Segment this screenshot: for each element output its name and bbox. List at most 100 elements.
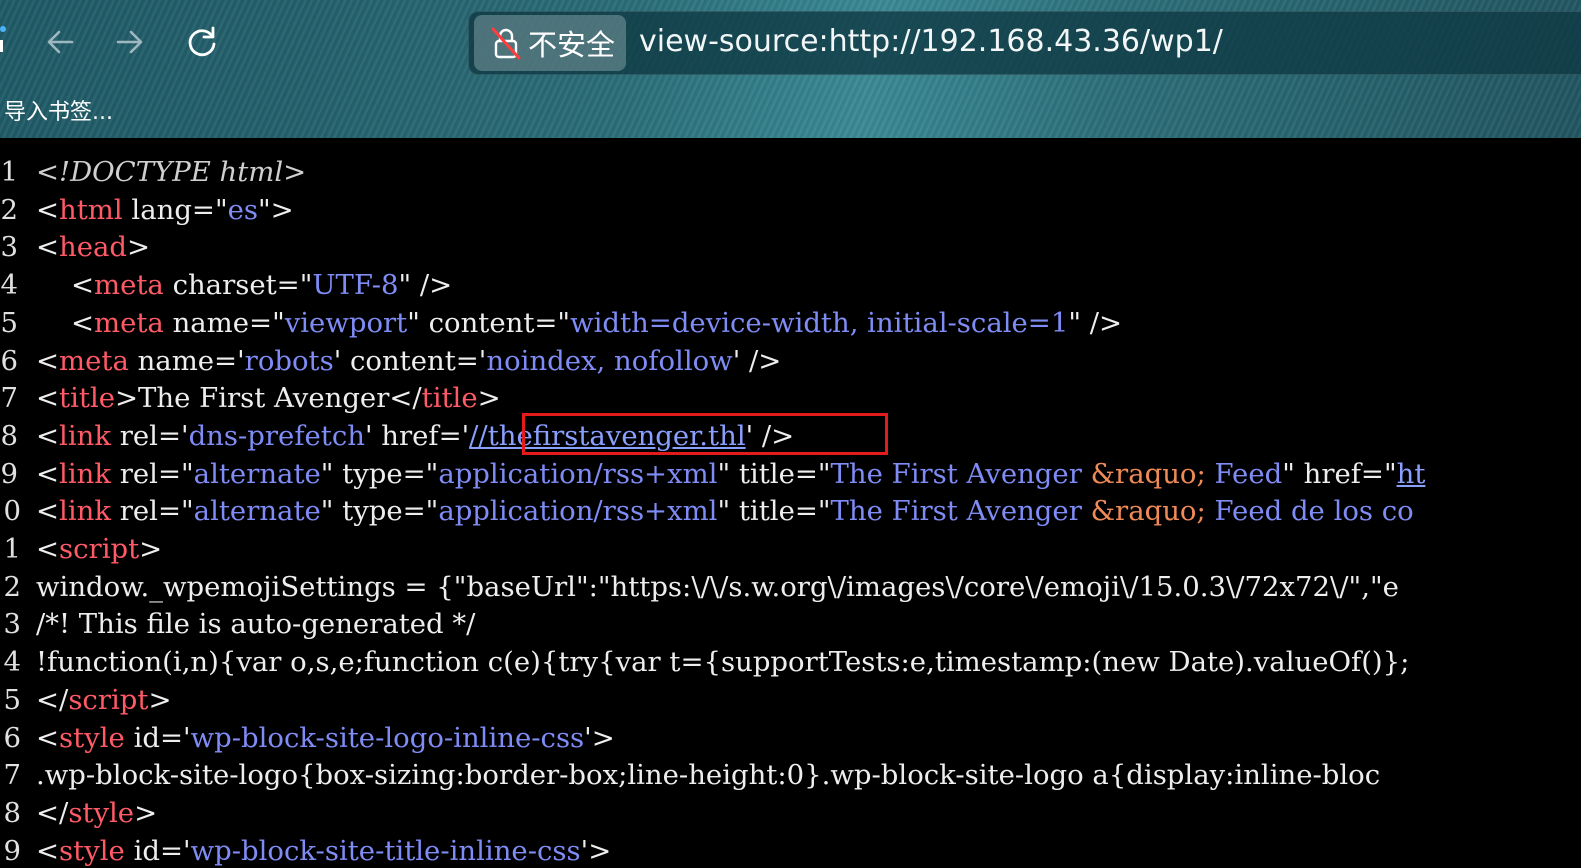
source-code: <head> [36, 228, 150, 266]
source-line: 12 window._wpemojiSettings = {"baseUrl":"… [0, 568, 1581, 606]
reload-button[interactable] [182, 22, 222, 62]
code-token: < [36, 306, 95, 339]
arrow-left-icon [47, 30, 74, 54]
code-token: html [59, 193, 123, 226]
source-line: 1 <!DOCTYPE html> [0, 153, 1581, 191]
code-token: < [36, 231, 60, 264]
line-number: 1 [0, 156, 19, 188]
line-number: 7 [0, 382, 19, 415]
code-token: ' content=' [333, 344, 487, 377]
forward-button[interactable] [110, 22, 150, 62]
source-code: !function(i,n){var o,s,e;function c(e){t… [36, 643, 1409, 681]
bookmark-import-link[interactable]: 导入书签... [4, 94, 113, 126]
line-number: 14 [0, 646, 21, 679]
code-token: script [68, 683, 149, 716]
source-line: 8 <link rel='dns-prefetch' href='//thefir… [0, 417, 1581, 455]
url-text[interactable]: view-source:http://192.168.43.36/wp1/ [639, 22, 1223, 62]
code-token: " type=" [320, 457, 439, 490]
code-token: !function(i,n){var o,s,e;function c(e){t… [36, 646, 1410, 679]
source-line: 18 </style> [0, 794, 1581, 832]
source-link[interactable]: ht [1397, 458, 1426, 490]
code-token: > [139, 533, 163, 565]
code-token: meta [59, 344, 129, 377]
code-token: meta [94, 269, 164, 302]
code-token: Feed de los co [1205, 495, 1414, 528]
source-link[interactable]: //thefirstavenger.thl [469, 420, 745, 452]
code-token: meta [94, 306, 164, 339]
line-number: 18 [0, 796, 21, 829]
code-token: alternate [193, 457, 321, 490]
code-token: robots [244, 344, 334, 377]
code-token: width=device-width, initial-scale=1 [570, 306, 1069, 339]
code-token: name=" [163, 306, 285, 339]
source-code: </script> [36, 681, 171, 719]
code-token: "> [258, 193, 294, 226]
code-token: link [59, 495, 112, 528]
line-number: 5 [0, 306, 19, 339]
source-code: window._wpemojiSettings = {"baseUrl":"ht… [36, 568, 1399, 606]
source-line: 7 <title>The First Avenger</title> [0, 379, 1581, 417]
back-button[interactable] [40, 22, 80, 62]
code-token: " href=" [1282, 457, 1397, 490]
code-token: < [36, 495, 60, 528]
code-token: < [36, 721, 60, 754]
source-line: 6 <meta name='robots' content='noindex, n… [0, 342, 1581, 380]
code-token: rel=" [111, 495, 194, 528]
source-line: 11 <script> [0, 530, 1581, 568]
address-bar[interactable]: 不安全 view-source:http://192.168.43.36/wp1… [468, 11, 1581, 75]
code-token: style [59, 721, 125, 754]
code-token: es [227, 193, 259, 226]
code-token: &raquo; [1090, 495, 1206, 528]
line-number: 9 [0, 457, 19, 490]
insecure-lock-icon [490, 26, 522, 60]
line-number: 15 [0, 683, 21, 716]
code-token: application/rss+xml [438, 495, 718, 528]
code-token: viewport [284, 306, 408, 339]
code-token: link [59, 419, 112, 452]
line-number: 12 [0, 570, 21, 603]
code-token: /*! This file is auto-generated */ [36, 608, 476, 641]
code-token: head [59, 231, 128, 264]
menu-edge-icon[interactable] [0, 20, 8, 60]
code-token: > [148, 683, 172, 716]
source-line: 3 <head> [0, 228, 1581, 266]
line-number: 2 [0, 193, 19, 226]
source-view: 1 <!DOCTYPE html> 2 <html lang="es"> 3 <head>… [0, 138, 1581, 868]
code-token: lang=" [122, 193, 228, 226]
code-token: <!DOCTYPE html> [36, 156, 307, 188]
reload-icon [188, 26, 216, 57]
security-indicator[interactable]: 不安全 [474, 15, 626, 71]
code-token: application/rss+xml [438, 457, 718, 490]
code-token: Feed [1205, 457, 1283, 490]
code-token: rel=' [111, 419, 189, 452]
source-line: 17 .wp-block-site-logo{box-sizing:border-… [0, 756, 1581, 794]
code-token: < [36, 382, 60, 415]
source-code: </style> [36, 794, 157, 832]
code-token: > [477, 382, 501, 415]
code-token: > [127, 231, 151, 264]
code-token: '> [584, 721, 615, 754]
source-code: /*! This file is auto-generated */ [36, 605, 475, 643]
code-token: wp-block-site-title-inline-css [190, 834, 581, 867]
code-token: " type=" [320, 495, 439, 528]
code-token: < [36, 193, 60, 226]
code-token: </ [36, 796, 69, 829]
source-code: <style id='wp-block-site-logo-inline-css… [36, 719, 615, 757]
source-line: 14 !function(i,n){var o,s,e;function c(e)… [0, 643, 1581, 681]
source-code: <style id='wp-block-site-title-inline-cs… [36, 832, 611, 868]
line-number: 10 [0, 495, 21, 528]
code-token: window._wpemojiSettings = {"baseUrl":"ht… [36, 570, 1399, 603]
code-token: UTF-8 [312, 269, 399, 302]
code-token: charset=" [163, 269, 313, 302]
source-code: <link rel="alternate" type="application/… [36, 455, 1425, 493]
code-token: > [134, 796, 158, 829]
source-line: 16 <style id='wp-block-site-logo-inline-c… [0, 719, 1581, 757]
source-line: 4 <meta charset="UTF-8" /> [0, 266, 1581, 304]
code-token: ' /> [745, 419, 795, 452]
code-token: rel=" [111, 457, 194, 490]
code-token: ' href=' [364, 419, 470, 452]
source-code: <!DOCTYPE html> [36, 153, 306, 191]
code-token: ' /> [732, 344, 782, 377]
code-token: " title=" [717, 495, 831, 528]
source-code: <title>The First Avenger</title> [36, 379, 501, 417]
